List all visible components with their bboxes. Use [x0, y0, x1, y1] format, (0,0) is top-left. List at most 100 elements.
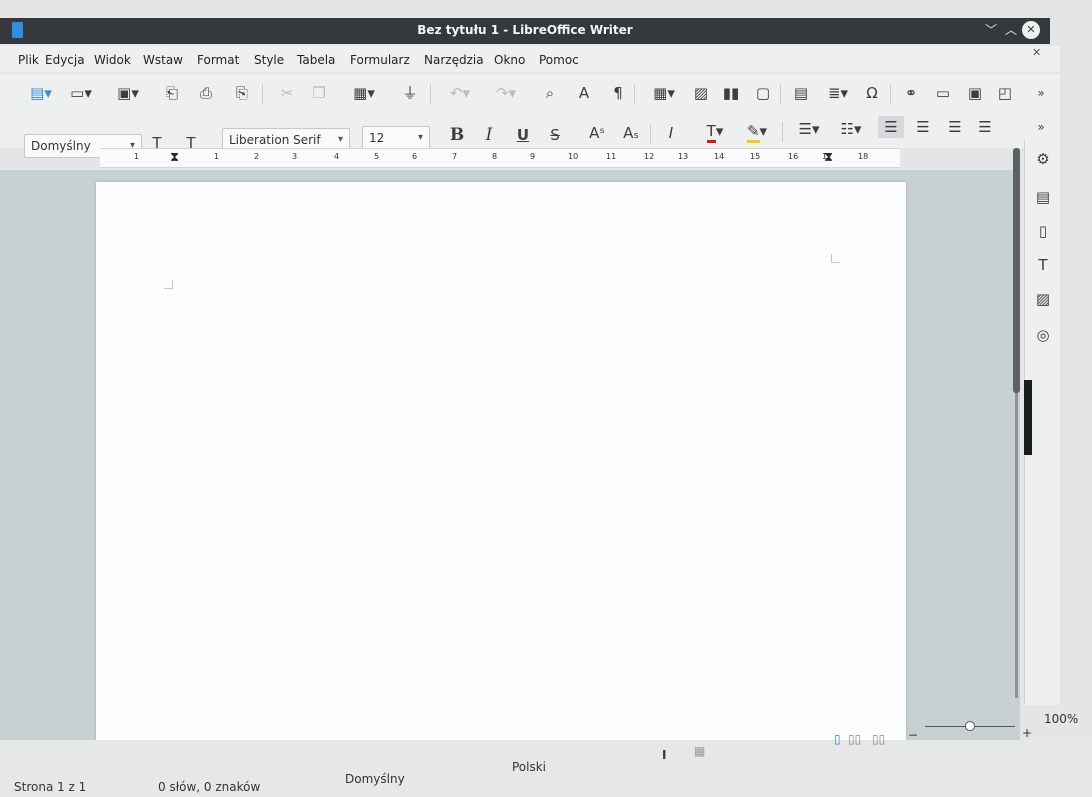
print-preview-icon[interactable]: ⎘ [230, 82, 254, 104]
menu-edit[interactable]: Edycja [45, 53, 85, 67]
ruler-number: 3 [292, 152, 298, 161]
menu-table[interactable]: Tabela [297, 53, 335, 67]
zoom-slider[interactable] [925, 718, 1015, 734]
redo-icon[interactable]: ↷▾ [484, 82, 528, 104]
ruler-number: 4 [334, 152, 340, 161]
new-document-icon[interactable]: ▤▾ [24, 82, 58, 104]
sidebar-properties-icon[interactable]: ▤ [1031, 186, 1055, 208]
document-page[interactable] [96, 182, 906, 782]
font-color-icon[interactable]: T▾ [696, 120, 734, 143]
page-style[interactable]: Domyślny [345, 772, 405, 786]
bold-icon[interactable]: B [446, 124, 468, 146]
copy-icon[interactable]: ❐ [308, 82, 330, 104]
close-document-icon[interactable]: ✕ [1032, 46, 1041, 59]
print-icon[interactable]: ⎙ [194, 82, 218, 104]
menu-help[interactable]: Pomoc [539, 53, 579, 67]
multi-page-view-icon[interactable]: ▯▯ [848, 732, 861, 746]
zoom-level[interactable]: 100% [1044, 712, 1078, 726]
ruler-number: 13 [678, 152, 689, 161]
numbered-list-icon[interactable]: ☷▾ [832, 118, 870, 140]
insert-mode-icon[interactable]: I [662, 748, 666, 762]
single-page-view-icon[interactable]: ▯ [834, 732, 841, 746]
clear-formatting-icon[interactable]: I [660, 122, 682, 144]
highlight-color-icon[interactable]: ✎▾ [738, 120, 776, 143]
hyperlink-icon[interactable]: ⚭ [900, 82, 922, 104]
book-view-icon[interactable]: ▯▯ [872, 732, 885, 746]
strikethrough-icon[interactable]: S [544, 124, 566, 146]
maximize-icon[interactable]: ︿ [1002, 21, 1020, 39]
window-title: Bez tytułu 1 - LibreOffice Writer [417, 23, 633, 37]
text-boundary-corner [831, 254, 840, 263]
underline-icon[interactable]: U [512, 124, 534, 146]
cut-icon[interactable]: ✂ [276, 82, 298, 104]
insert-chart-icon[interactable]: ▮▮ [720, 82, 742, 104]
menu-view[interactable]: Widok [94, 53, 131, 67]
menu-file[interactable]: Plik [18, 53, 39, 67]
ruler-number: 15 [750, 152, 761, 161]
insert-image-icon[interactable]: ▨ [690, 82, 712, 104]
insert-textbox-icon[interactable]: ▢ [752, 82, 774, 104]
sidebar-collapse-handle[interactable] [1024, 380, 1032, 455]
language[interactable]: Polski [512, 760, 546, 774]
superscript-icon[interactable]: Aˢ [586, 122, 608, 144]
indent-marker-icon[interactable]: ⧗ [170, 150, 179, 165]
vertical-scrollbar[interactable] [1010, 148, 1022, 698]
sidebar-page-icon[interactable]: ▯ [1031, 220, 1055, 242]
align-left-icon[interactable]: ☰ [878, 116, 904, 138]
minimize-icon[interactable]: ﹀ [982, 21, 1000, 39]
page-count[interactable]: Strona 1 z 1 [14, 780, 86, 794]
horizontal-ruler[interactable]: 1 ⧗ 1 2 3 4 5 6 7 8 9 10 11 12 13 14 15 … [100, 148, 900, 168]
insert-field-icon[interactable]: ≣▾ [820, 82, 856, 104]
close-icon[interactable]: ✕ [1022, 21, 1040, 39]
comment-icon[interactable]: ▣ [964, 82, 986, 104]
menu-format[interactable]: Format [197, 53, 239, 67]
text-boundary-corner [164, 280, 173, 289]
ruler-number: 14 [714, 152, 725, 161]
paste-icon[interactable]: ▦▾ [342, 82, 386, 104]
right-indent-marker-icon[interactable]: ⧗ [824, 150, 833, 165]
find-replace-icon[interactable]: ⌕ [538, 82, 562, 104]
scrollbar-thumb[interactable] [1013, 148, 1020, 393]
italic-icon[interactable]: I [478, 124, 500, 146]
ruler-number: 11 [606, 152, 617, 161]
sidebar-navigator-icon[interactable]: ◎ [1031, 324, 1055, 346]
zoom-slider-knob[interactable] [965, 721, 975, 731]
ruler-number: 10 [568, 152, 579, 161]
track-changes-icon[interactable]: ◰ [994, 82, 1016, 104]
ruler-number: 18 [858, 152, 869, 161]
more-options-icon[interactable]: » [1030, 116, 1052, 138]
open-folder-icon[interactable]: ▭▾ [64, 82, 98, 104]
spellcheck-icon[interactable]: A [572, 82, 596, 104]
menu-styles[interactable]: Style [254, 53, 284, 67]
menu-form[interactable]: Formularz [350, 53, 410, 67]
separator [782, 122, 783, 142]
selection-mode-icon[interactable]: ▦ [694, 744, 705, 758]
standard-toolbar: ▤▾ ▭▾ ▣▾ ⎗ ⎙ ⎘ ✂ ❐ ▦▾ ⏚ ↶▾ ↷▾ ⌕ A ¶ ▦▾ ▨… [0, 74, 1060, 112]
bullet-list-icon[interactable]: ☰▾ [790, 118, 828, 140]
menu-tools[interactable]: Narzędzia [424, 53, 484, 67]
undo-icon[interactable]: ↶▾ [440, 82, 480, 104]
footnote-icon[interactable]: ▭ [932, 82, 954, 104]
sidebar-settings-icon[interactable]: ⚙ [1031, 148, 1055, 170]
font-size-combo[interactable]: 12 ▾ [362, 126, 430, 150]
clone-formatting-icon[interactable]: ⏚ [398, 82, 422, 104]
export-pdf-icon[interactable]: ⎗ [160, 82, 184, 104]
align-center-icon[interactable]: ☰ [912, 116, 934, 138]
insert-table-icon[interactable]: ▦▾ [642, 82, 686, 104]
zoom-out-icon[interactable]: − [908, 728, 918, 742]
page-break-icon[interactable]: ▤ [790, 82, 812, 104]
justify-icon[interactable]: ☰ [974, 116, 996, 138]
subscript-icon[interactable]: Aₛ [620, 122, 642, 144]
more-options-icon[interactable]: » [1030, 82, 1052, 104]
zoom-in-icon[interactable]: + [1022, 726, 1032, 740]
align-right-icon[interactable]: ☰ [944, 116, 966, 138]
menu-insert[interactable]: Wstaw [143, 53, 183, 67]
formatting-marks-icon[interactable]: ¶ [606, 82, 630, 104]
save-icon[interactable]: ▣▾ [108, 82, 148, 104]
word-count[interactable]: 0 słów, 0 znaków [158, 780, 260, 794]
font-size-value: 12 [369, 131, 385, 145]
menu-window[interactable]: Okno [494, 53, 525, 67]
sidebar-gallery-icon[interactable]: ▨ [1031, 288, 1055, 310]
special-character-icon[interactable]: Ω [860, 82, 884, 104]
sidebar-styles-icon[interactable]: T [1031, 254, 1055, 276]
